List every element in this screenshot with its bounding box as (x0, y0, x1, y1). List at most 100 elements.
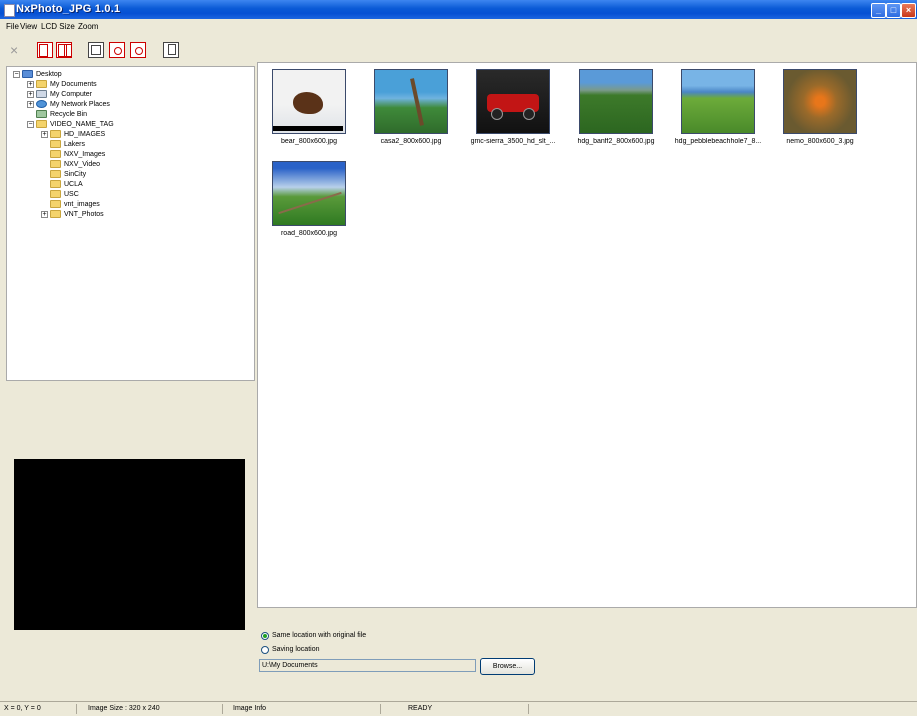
folder-icon (50, 140, 61, 149)
thumbnail-image (272, 161, 346, 226)
record-button[interactable] (109, 42, 125, 58)
tree-node-label: HD_IMAGES (64, 131, 106, 138)
tree-node-label: UCLA (64, 181, 83, 188)
thumbnail-item[interactable]: road_800x600.jpg (260, 157, 358, 247)
thumbnail-label: gmc-sierra_3500_hd_slt_... (470, 138, 556, 145)
computer-icon (36, 90, 47, 99)
thumbnail-item[interactable]: nemo_800x600_3.jpg (771, 65, 869, 155)
tree-node-label: USC (64, 191, 79, 198)
folder-icon (36, 80, 47, 89)
tree-node-label: My Computer (50, 91, 93, 98)
status-image-info: Image Info (233, 705, 267, 712)
thumbnail-label: nemo_800x600_3.jpg (786, 138, 854, 145)
menu-lcd-size[interactable]: LCD Size (41, 22, 75, 31)
collapse-icon[interactable]: − (13, 70, 20, 78)
expand-icon[interactable]: + (27, 80, 34, 88)
tree-node-usc[interactable]: USC (50, 190, 79, 199)
thumbnail-label: road_800x600.jpg (280, 230, 338, 237)
recycle-bin-icon (36, 110, 47, 119)
tree-node-label: VIDEO_NAME_TAG (50, 121, 114, 128)
folder-icon (50, 180, 61, 189)
window-title: NxPhoto_JPG 1.0.1 (16, 3, 121, 15)
tree-node-label: Desktop (36, 71, 62, 78)
folder-icon (50, 170, 61, 179)
maximize-button[interactable]: □ (886, 3, 901, 18)
expand-icon[interactable]: + (27, 90, 34, 98)
tree-node-label: NXV_Video (64, 161, 101, 168)
folder-icon (50, 150, 61, 159)
collapse-icon[interactable]: − (27, 120, 34, 128)
frame-icon (91, 45, 101, 55)
thumbnail-label: hdg_banff2_800x600.jpg (577, 138, 655, 145)
menu-view[interactable]: View (20, 22, 37, 31)
thumbnail-item[interactable]: hdg_pebblebeachhole7_8... (669, 65, 767, 155)
tree-node-lakers[interactable]: Lakers (50, 140, 85, 149)
status-coords: X = 0, Y = 0 (4, 705, 41, 712)
thumbnail-image (783, 69, 857, 134)
thumbnail-label: bear_800x600.jpg (280, 138, 338, 145)
folder-icon (50, 190, 61, 199)
tree-node-hd-images[interactable]: + HD_IMAGES (41, 130, 105, 139)
close-x-icon[interactable]: × (10, 42, 18, 58)
folder-tree[interactable]: − Desktop + My Documents + My Computer + My … (6, 66, 255, 381)
menu-zoom[interactable]: Zoom (78, 22, 98, 31)
thumbnail-label: hdg_pebblebeachhole7_8... (674, 138, 762, 145)
tree-node-ucla[interactable]: UCLA (50, 180, 83, 189)
tree-node-desktop[interactable]: − Desktop (13, 70, 62, 79)
folder-icon (36, 120, 47, 129)
expand-icon[interactable]: + (41, 210, 48, 218)
tree-node-sincity[interactable]: SinCity (50, 170, 86, 179)
frame-button[interactable] (88, 42, 104, 58)
thumbnail-item[interactable]: gmc-sierra_3500_hd_slt_... (464, 65, 562, 155)
menu-file[interactable]: File (6, 22, 19, 31)
toolbar: × (0, 40, 917, 64)
tree-node-video-name-tag[interactable]: − VIDEO_NAME_TAG (27, 120, 114, 129)
expand-icon[interactable]: + (27, 100, 34, 108)
desktop-icon (22, 70, 33, 79)
thumbnail-image (374, 69, 448, 134)
tree-node-vnt-photos[interactable]: + VNT_Photos (41, 210, 104, 219)
thumbnail-image (579, 69, 653, 134)
copy-button[interactable] (163, 42, 179, 58)
thumbnail-image (272, 69, 346, 134)
close-button[interactable]: × (901, 3, 916, 18)
tree-node-vnt-images[interactable]: vnt_images (50, 200, 100, 209)
status-state: READY (408, 705, 433, 712)
fit-all-button[interactable] (56, 42, 72, 58)
tree-node-label: My Documents (50, 81, 97, 88)
expand-icon[interactable]: + (41, 130, 48, 138)
tree-node-my-computer[interactable]: + My Computer (27, 90, 92, 99)
tree-node-label: SinCity (64, 171, 87, 178)
tree-node-nxv-video[interactable]: NXV_Video (50, 160, 100, 169)
tree-node-my-documents[interactable]: + My Documents (27, 80, 97, 89)
status-bar: X = 0, Y = 0 Image Size : 320 x 240 Imag… (0, 701, 917, 716)
thumbnail-item[interactable]: bear_800x600.jpg (260, 65, 358, 155)
tree-node-label: Lakers (64, 141, 86, 148)
app-icon (4, 4, 15, 17)
menu-bar: File View LCD Size Zoom (0, 20, 917, 33)
fit-width-icon (39, 44, 48, 57)
network-icon (36, 100, 47, 109)
tree-node-label: Recycle Bin (50, 111, 87, 118)
save-path-field[interactable]: U:\My Documents (259, 659, 476, 672)
tree-node-label: My Network Places (50, 101, 110, 108)
tree-node-recycle-bin[interactable]: Recycle Bin (36, 110, 87, 119)
thumbnail-item[interactable]: hdg_banff2_800x600.jpg (567, 65, 665, 155)
tree-node-nxv-images[interactable]: NXV_Images (50, 150, 105, 159)
saving-location-radio[interactable] (261, 646, 269, 654)
fit-width-button[interactable] (37, 42, 53, 58)
thumbnail-image (476, 69, 550, 134)
tree-node-label: NXV_Images (64, 151, 106, 158)
tree-node-label: VNT_Photos (64, 211, 104, 218)
tree-node-label: vnt_images (64, 201, 100, 208)
thumbnail-item[interactable]: casa2_800x600.jpg (362, 65, 460, 155)
thumbnail-label: casa2_800x600.jpg (380, 138, 442, 145)
copy-icon (168, 44, 176, 55)
tree-node-my-network-places[interactable]: + My Network Places (27, 100, 110, 109)
browse-button[interactable]: Browse... (480, 658, 535, 675)
minimize-button[interactable]: _ (871, 3, 886, 18)
same-location-radio[interactable] (261, 632, 269, 640)
folder-icon (50, 200, 61, 209)
stop-button[interactable] (130, 42, 146, 58)
saving-location-label: Saving location (272, 646, 320, 653)
